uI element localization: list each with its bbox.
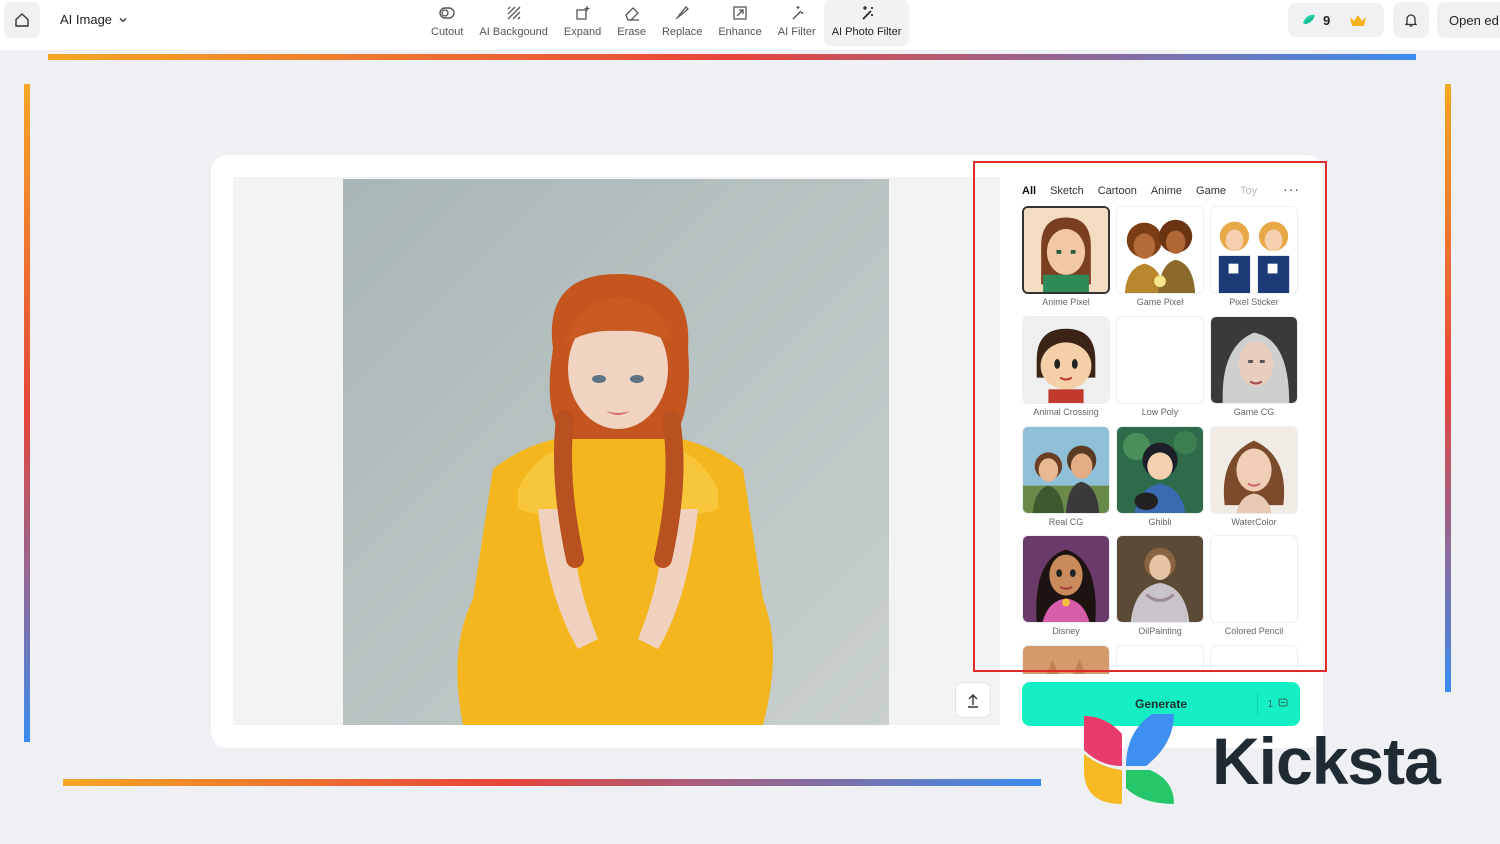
replace-icon [675, 6, 690, 20]
app-menu[interactable]: AI Image [60, 12, 128, 27]
tool-label: AI Filter [777, 26, 816, 38]
portrait-image [343, 179, 889, 725]
generate-cost-value: 1 [1267, 699, 1274, 710]
gem-icon [1303, 14, 1315, 25]
magic-wand-icon [792, 6, 803, 20]
tool-cutout[interactable]: Cutout [423, 0, 471, 46]
toolbar: Cutout AI Backgound Expand Erase Replace… [423, 0, 910, 46]
enhance-icon [733, 6, 747, 20]
tool-label: Enhance [718, 26, 762, 38]
top-bar: AI Image Cutout AI Backgound Expand Eras… [0, 0, 1500, 50]
generate-label: Generate [1134, 697, 1188, 711]
magic-wand-icon [861, 6, 873, 20]
upload-button[interactable] [955, 682, 991, 718]
chevron-down-icon [119, 17, 127, 22]
tool-label: Cutout [431, 26, 464, 38]
tool-label: Erase [617, 26, 646, 38]
eraser-icon [624, 7, 639, 21]
tool-ai-background[interactable]: AI Backgound [471, 0, 556, 46]
brand-wordmark: Kicksta [1212, 724, 1441, 798]
expand-icon [575, 6, 590, 20]
tool-label: Replace [661, 26, 703, 38]
credit-icon [1278, 698, 1288, 707]
background-icon [507, 6, 521, 20]
bell-icon [1404, 14, 1418, 27]
cutout-icon [439, 7, 455, 19]
open-editor-button[interactable]: Open ed [1437, 2, 1500, 38]
decorative-line-right [1445, 84, 1451, 692]
decorative-line-left [24, 84, 30, 742]
tool-replace[interactable]: Replace [654, 0, 710, 46]
decorative-line-top [48, 54, 1416, 60]
app-menu-label: AI Image [60, 12, 113, 27]
tool-label: AI Photo Filter [831, 26, 902, 38]
uploaded-photo[interactable] [343, 179, 889, 725]
tool-label: Expand [563, 26, 602, 38]
credits-count: 9 [1323, 12, 1331, 28]
tool-enhance[interactable]: Enhance [710, 0, 769, 46]
home-icon [15, 13, 29, 27]
credits-badge[interactable]: 9 [1288, 3, 1384, 37]
decorative-line-bottom [63, 779, 1041, 786]
home-button[interactable] [4, 2, 40, 38]
notifications-button[interactable] [1393, 2, 1429, 38]
highlight-box [973, 161, 1327, 672]
tool-erase[interactable]: Erase [609, 0, 654, 46]
kicksta-logo-icon [1084, 714, 1174, 804]
tool-ai-filter[interactable]: AI Filter [770, 0, 824, 46]
tool-ai-photo-filter[interactable]: AI Photo Filter [823, 0, 910, 46]
generate-cost: 1 [1256, 692, 1300, 716]
tool-label: AI Backgound [479, 26, 548, 38]
image-canvas[interactable] [233, 177, 1000, 725]
tool-expand[interactable]: Expand [556, 0, 609, 46]
crown-icon [1350, 15, 1367, 26]
upload-icon [968, 694, 978, 708]
